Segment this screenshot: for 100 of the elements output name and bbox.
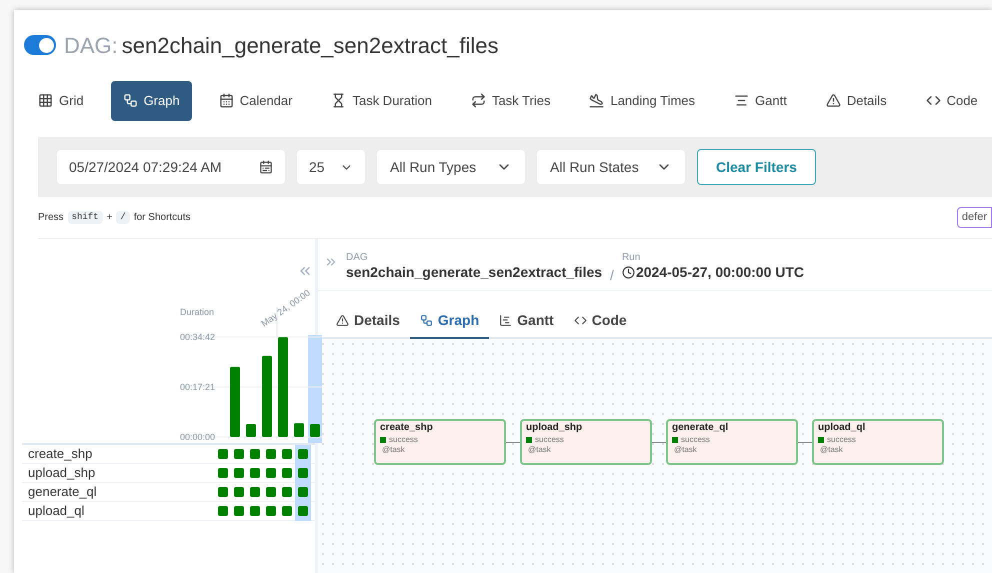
task-name[interactable]: upload_shp xyxy=(22,463,215,483)
view-tab[interactable]: Calendar xyxy=(206,80,304,120)
task-node[interactable]: generate_ql success @task xyxy=(666,419,798,465)
graph-icon xyxy=(122,93,138,108)
status-square[interactable] xyxy=(282,468,292,478)
toggle-switch[interactable] xyxy=(24,35,56,55)
graph-canvas[interactable]: create_shp success @task upload_shp success @task generate_ql success @task upload_ql success @task xyxy=(318,339,992,573)
node-operator: @task xyxy=(381,444,406,454)
view-tab[interactable]: Code xyxy=(914,80,990,120)
calendar-icon xyxy=(259,160,273,174)
status-square[interactable] xyxy=(234,468,244,478)
dag-link[interactable]: sen2chain_generate_sen2extract_files xyxy=(346,265,602,279)
node-operator: @task xyxy=(527,444,552,454)
task-name[interactable]: create_shp xyxy=(22,444,215,464)
plus-sign: + xyxy=(106,211,112,225)
deferred-badge: defer xyxy=(956,207,992,228)
status-square[interactable] xyxy=(266,449,276,459)
tick-label: 00:00:00 xyxy=(180,432,216,442)
tick-label: 00:17:21 xyxy=(180,382,216,392)
clock-icon xyxy=(622,266,635,278)
view-tab[interactable]: Landing Times xyxy=(577,80,708,120)
node-status: success xyxy=(389,434,418,444)
status-square[interactable] xyxy=(250,506,260,516)
node-title: upload_ql xyxy=(818,422,866,434)
status-square[interactable] xyxy=(298,487,308,497)
graph-icon xyxy=(420,314,433,326)
task-name[interactable]: upload_ql xyxy=(22,501,215,521)
repeat-icon xyxy=(470,93,486,108)
node-status: success xyxy=(681,434,710,444)
view-tab[interactable]: Task Duration xyxy=(319,80,444,120)
status-square[interactable] xyxy=(282,506,292,516)
run-type-select[interactable]: All Run Types xyxy=(377,150,525,184)
node-status: success xyxy=(827,434,856,444)
task-name[interactable]: generate_ql xyxy=(22,482,215,502)
status-square[interactable] xyxy=(218,449,228,459)
dag-prefix: DAG: xyxy=(64,32,118,60)
status-square[interactable] xyxy=(218,506,228,516)
status-square[interactable] xyxy=(234,449,244,459)
node-title: generate_ql xyxy=(672,422,730,434)
status-square[interactable] xyxy=(298,506,308,516)
status-square[interactable] xyxy=(282,487,292,497)
shortcut-hint: for Shortcuts xyxy=(134,211,191,225)
view-tab[interactable]: Details xyxy=(814,80,899,120)
status-square[interactable] xyxy=(250,449,260,459)
status-square[interactable] xyxy=(298,449,308,459)
status-square[interactable] xyxy=(266,487,276,497)
status-square[interactable] xyxy=(266,506,276,516)
tick-label: 00:34:42 xyxy=(180,332,216,342)
task-node[interactable]: upload_shp success @task xyxy=(520,419,652,465)
status-square[interactable] xyxy=(298,468,308,478)
clear-filters-button[interactable]: Clear Filters xyxy=(697,149,816,185)
warning-icon xyxy=(336,314,349,326)
task-node[interactable]: upload_ql success @task xyxy=(812,419,944,465)
code-icon xyxy=(926,93,941,108)
status-square[interactable] xyxy=(282,449,292,459)
status-square[interactable] xyxy=(266,468,276,478)
status-square[interactable] xyxy=(250,487,260,497)
breadcrumb-label: DAG xyxy=(346,253,369,263)
calendar-icon xyxy=(218,93,234,108)
gantt-icon xyxy=(499,314,512,326)
view-tab[interactable]: Grid xyxy=(26,80,96,120)
code-icon xyxy=(574,314,587,326)
view-tab[interactable]: Graph xyxy=(110,80,192,120)
task-node[interactable]: create_shp success @task xyxy=(374,419,506,465)
keyboard-key: / xyxy=(116,210,130,224)
hourglass-icon xyxy=(331,93,346,108)
run-link[interactable]: 2024-05-27, 00:00:00 UTC xyxy=(636,265,804,279)
breadcrumb-label: Run xyxy=(622,253,642,263)
view-tab[interactable]: Gantt xyxy=(722,80,799,120)
status-square[interactable] xyxy=(218,468,228,478)
count-select[interactable]: 25 xyxy=(297,150,365,184)
duration-bar[interactable] xyxy=(294,423,304,437)
edge-line xyxy=(506,442,520,443)
node-status: success xyxy=(535,434,564,444)
breadcrumb-separator: / xyxy=(610,266,614,285)
detail-tab[interactable]: Details xyxy=(326,303,410,339)
keyboard-key: shift xyxy=(68,210,103,224)
status-square[interactable] xyxy=(250,468,260,478)
grid-icon xyxy=(38,93,53,108)
view-tab[interactable]: Task Tries xyxy=(458,80,562,120)
dag-title: sen2chain_generate_sen2extract_files xyxy=(122,32,499,60)
edge-line xyxy=(652,442,666,443)
axis-label: Duration xyxy=(180,307,214,317)
status-square[interactable] xyxy=(234,487,244,497)
node-title: upload_shp xyxy=(526,422,584,434)
status-square[interactable] xyxy=(234,506,244,516)
detail-tab[interactable]: Code xyxy=(564,303,637,339)
detail-tab[interactable]: Gantt xyxy=(489,303,564,339)
date-field[interactable]: 05/27/2024 07:29:24 AM xyxy=(57,150,285,184)
gantt-icon xyxy=(734,93,750,108)
landing-icon xyxy=(589,93,604,108)
run-state-select[interactable]: All Run States xyxy=(537,150,685,184)
node-operator: @task xyxy=(819,444,844,454)
node-operator: @task xyxy=(673,444,698,454)
status-square[interactable] xyxy=(218,487,228,497)
edge-line xyxy=(798,442,812,443)
node-title: create_shp xyxy=(380,422,434,434)
shortcut-hint: Press xyxy=(38,211,64,225)
warning-icon xyxy=(826,93,841,108)
duration-bar[interactable] xyxy=(246,424,256,437)
